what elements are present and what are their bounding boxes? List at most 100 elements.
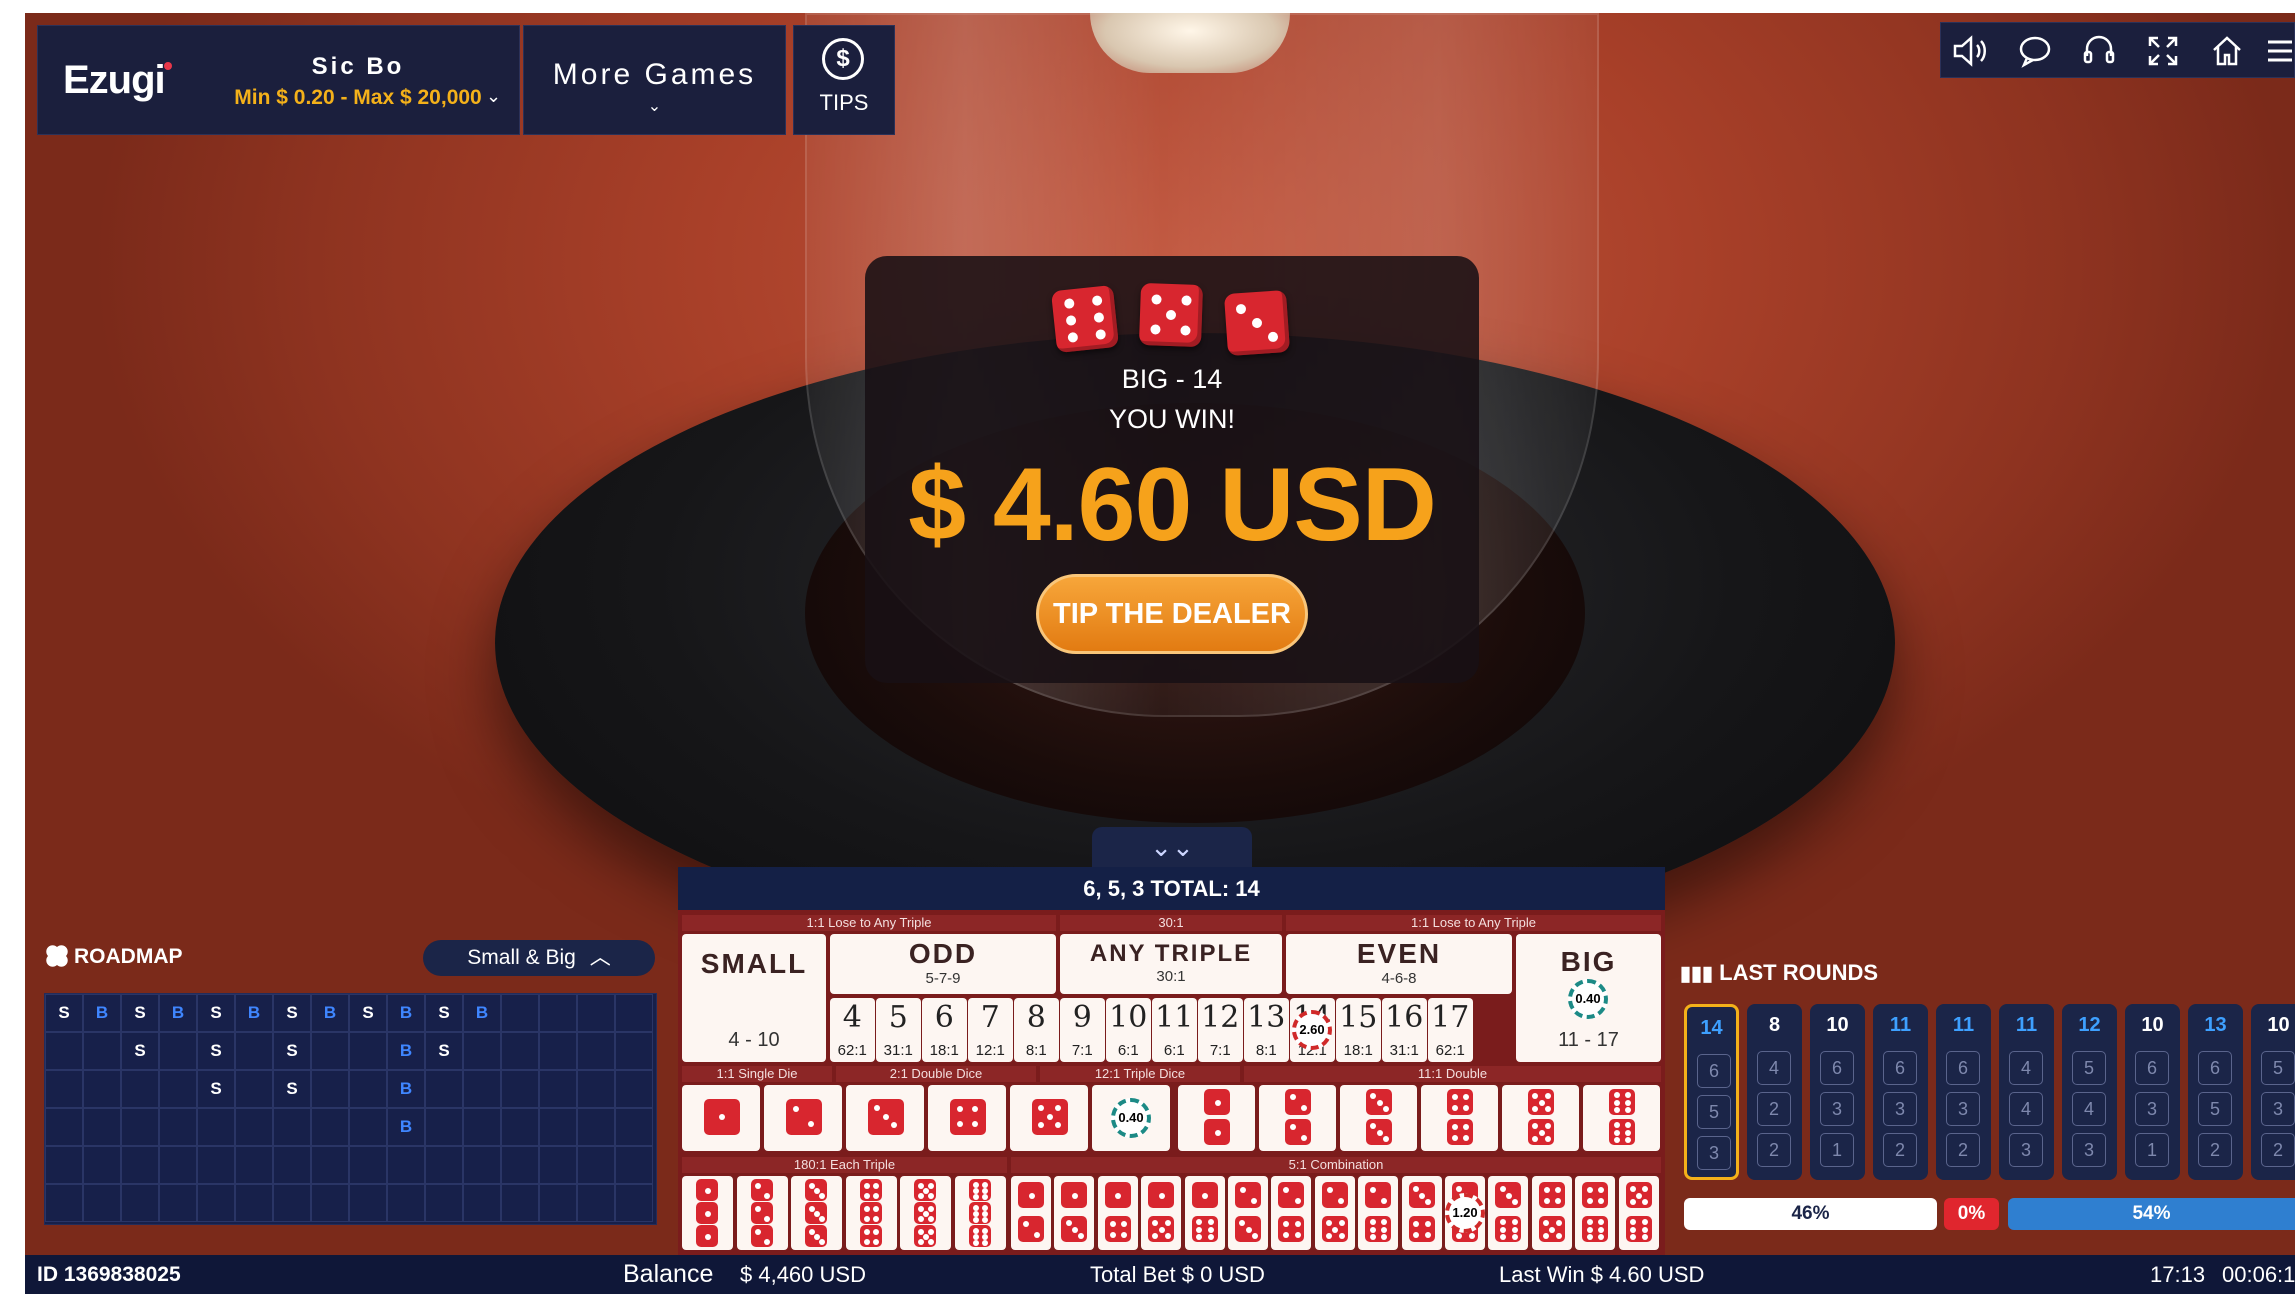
brand-logo: Ezugi (63, 58, 166, 102)
sound-icon[interactable] (1951, 31, 1991, 71)
bet-triple-5[interactable] (900, 1176, 951, 1250)
menu-icon[interactable] (2259, 31, 2295, 71)
bet-combo-2-5[interactable] (1314, 1176, 1355, 1250)
collapse-board-button[interactable]: ⌄⌄ (1092, 827, 1252, 867)
bet-total-7[interactable]: 7 12:1 (968, 998, 1013, 1062)
bet-any-triple[interactable]: ANY TRIPLE 30:1 (1060, 934, 1282, 994)
bet-even[interactable]: EVEN 4-6-8 (1286, 934, 1512, 994)
bet-total-17[interactable]: 17 62:1 (1428, 998, 1473, 1062)
bet-combo-2-3[interactable] (1228, 1176, 1268, 1250)
bet-small[interactable]: SMALL 4 - 10 (682, 934, 826, 1062)
bet-total-15[interactable]: 15 18:1 (1336, 998, 1381, 1062)
more-games-button[interactable]: More Games ⌄ (523, 25, 786, 135)
pip (1214, 1099, 1221, 1106)
roadmap-cell (501, 1032, 539, 1070)
tips-button[interactable]: $ TIPS (793, 25, 895, 135)
bet-single-6[interactable]: 0.40 (1092, 1085, 1170, 1151)
home-icon[interactable] (2207, 31, 2247, 71)
bet-double-3[interactable] (1340, 1085, 1417, 1151)
bet-total-6[interactable]: 6 18:1 (922, 998, 967, 1062)
pip (1381, 1226, 1388, 1233)
fullscreen-icon[interactable] (2143, 31, 2183, 71)
pip (1419, 1192, 1426, 1199)
bet-single-3[interactable] (846, 1085, 924, 1151)
roadmap-cell (121, 1184, 159, 1222)
bet-combo-2-4[interactable] (1271, 1176, 1312, 1250)
bet-single-1[interactable] (682, 1085, 760, 1151)
pip (1613, 1122, 1620, 1129)
pip (1625, 1099, 1632, 1106)
total-payout: 31:1 (1389, 1042, 1419, 1059)
bet-total-11[interactable]: 11 6:1 (1152, 998, 1197, 1062)
bet-single-2[interactable] (764, 1085, 842, 1151)
bet-combo-1-3[interactable] (1054, 1176, 1095, 1250)
pip (1642, 1186, 1649, 1193)
pip (1382, 1105, 1389, 1112)
bet-triple-2[interactable] (736, 1176, 788, 1250)
bet-double-4[interactable] (1421, 1085, 1498, 1151)
roadmap-cell (615, 1184, 653, 1222)
bet-combo-1-4[interactable] (1097, 1176, 1138, 1250)
last-round: 11 6 3 2 (1936, 1004, 1991, 1180)
bet-double-1[interactable] (1178, 1085, 1255, 1151)
bet-single-5[interactable] (1010, 1085, 1088, 1151)
tip-dealer-button[interactable]: TIP THE DEALER (1036, 574, 1308, 654)
bet-combo-3-4[interactable] (1401, 1176, 1442, 1250)
bet-triple-3[interactable] (791, 1176, 842, 1250)
bet-triple-4[interactable] (845, 1176, 897, 1250)
roadmap-cell (463, 1070, 501, 1108)
bet-total-4[interactable]: 4 62:1 (830, 998, 875, 1062)
chevron-up-icon: ︿ (589, 946, 611, 969)
bet-total-12[interactable]: 12 7:1 (1198, 998, 1243, 1062)
pip (1207, 1226, 1214, 1233)
bet-triple-6[interactable] (954, 1176, 1006, 1250)
bet-total-13[interactable]: 13 8:1 (1244, 998, 1289, 1062)
bet-double-5[interactable] (1502, 1085, 1579, 1151)
bet-total-14[interactable]: 1412:12.60 (1290, 998, 1335, 1062)
bet-total-5[interactable]: 5 31:1 (876, 998, 921, 1062)
pip (1505, 1192, 1512, 1199)
bet-total-8[interactable]: 8 8:1 (1014, 998, 1059, 1062)
die-face (1609, 1089, 1635, 1115)
round-total: 12 (2078, 1014, 2101, 1036)
chevron-down-icon[interactable]: ⌄ (486, 86, 501, 107)
die-face (1321, 1182, 1348, 1208)
pip (1214, 1129, 1221, 1136)
pip (1251, 1198, 1258, 1205)
bet-combo-5-6[interactable] (1618, 1176, 1659, 1250)
pip (754, 1206, 761, 1213)
pip (705, 1234, 711, 1240)
support-icon[interactable] (2079, 31, 2119, 71)
roadmap-grid: SBSBSBSBSBSBSSSBSSSBB (44, 993, 657, 1225)
bet-total-9[interactable]: 9 7:1 (1060, 998, 1105, 1062)
bet-combo-2-6[interactable] (1358, 1176, 1399, 1250)
bet-total-16[interactable]: 16 31:1 (1382, 998, 1427, 1062)
bet-single-4[interactable] (928, 1085, 1006, 1151)
bet-big[interactable]: BIG 0.40 11 - 17 (1516, 934, 1661, 1062)
chat-icon[interactable] (2015, 31, 2055, 71)
win-title: YOU WIN! (1109, 404, 1235, 434)
bet-combo-1-2[interactable] (1011, 1176, 1051, 1250)
pip (863, 1192, 870, 1199)
bet-combo-3-5[interactable]: 1.20 (1445, 1176, 1485, 1250)
bet-combo-4-5[interactable] (1531, 1176, 1572, 1250)
bet-double-6[interactable] (1583, 1085, 1660, 1151)
total-number: 11 (1155, 1000, 1194, 1035)
pip (1109, 1220, 1116, 1227)
roadmap-toggle[interactable]: Small & Big ︿ (423, 940, 655, 976)
pip (1152, 1232, 1159, 1239)
die-face (1204, 1089, 1230, 1115)
pip (1613, 1099, 1620, 1106)
bet-combo-1-5[interactable] (1141, 1176, 1182, 1250)
bet-odd[interactable]: ODD 5-7-9 (830, 934, 1056, 994)
bet-combo-3-6[interactable] (1488, 1176, 1529, 1250)
bet-triple-1[interactable] (682, 1176, 733, 1250)
pip (1586, 1219, 1593, 1226)
bet-total-10[interactable]: 10 6:1 (1106, 998, 1151, 1062)
bet-double-2[interactable] (1259, 1085, 1336, 1151)
pip (1538, 1099, 1545, 1106)
pip (1207, 1233, 1214, 1240)
bet-combo-4-6[interactable] (1575, 1176, 1616, 1250)
bet-combo-1-6[interactable] (1184, 1176, 1225, 1250)
game-info-panel[interactable]: Ezugi Sic Bo Min $ 0.20 - Max $ 20,000 ⌄ (37, 25, 520, 135)
